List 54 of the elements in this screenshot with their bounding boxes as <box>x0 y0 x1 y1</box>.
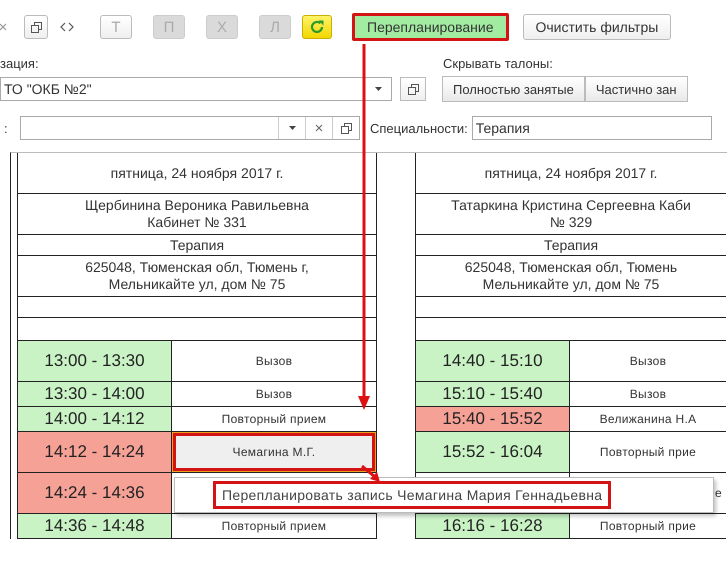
time-slot[interactable]: 13:00 - 13:30 <box>18 341 172 381</box>
clear-filters-button[interactable]: Очистить фильтры <box>522 14 672 40</box>
specialties-field[interactable]: Терапия <box>472 116 712 140</box>
copy-button[interactable] <box>24 15 48 39</box>
clear-icon <box>315 124 323 132</box>
time-slot[interactable]: 14:12 - 14:24 <box>18 432 172 472</box>
time-slot[interactable]: 14:24 - 14:36 <box>18 473 172 513</box>
time-slot[interactable]: 14:40 - 15:10 <box>416 341 570 381</box>
appointment-cell[interactable]: Вызов <box>570 382 726 406</box>
appointment-cell[interactable]: Чемагина М.Г. <box>172 432 376 472</box>
appointment-cell[interactable]: Повторный прие <box>570 432 726 472</box>
time-slot[interactable]: 15:52 - 16:04 <box>416 432 570 472</box>
address-header: 625048, Тюменская обл, Тюмень Мельникайте ул, дом № 75 <box>416 256 726 297</box>
specialty-header: Терапия <box>416 235 726 256</box>
appointment-cell[interactable]: Велижанина Н.А <box>570 407 726 431</box>
filter-button[interactable]: Полностью занятые <box>442 76 585 102</box>
appointment-cell[interactable]: Вызов <box>570 341 726 381</box>
appointment-cell[interactable]: Вызов <box>172 382 376 406</box>
time-slot[interactable]: 13:30 - 14:00 <box>18 382 172 406</box>
doctor-header: Татаркина Кристина Сергеевна Каби № 329 <box>416 194 726 235</box>
time-slot[interactable]: 14:36 - 14:48 <box>18 514 172 538</box>
copy-button[interactable] <box>400 77 426 101</box>
specialty-header: Терапия <box>18 235 376 256</box>
time-slot[interactable]: 14:00 - 14:12 <box>18 407 172 431</box>
date-header: пятница, 24 ноября 2017 г. <box>18 153 376 194</box>
date-header: пятница, 24 ноября 2017 г. <box>416 153 726 194</box>
appointment-cell[interactable]: Повторный прием <box>172 407 376 431</box>
dropdown-icon <box>288 126 296 130</box>
appointment-cell[interactable]: Повторный прие <box>570 514 726 538</box>
arrow <box>361 464 380 482</box>
dropdown-icon <box>374 87 382 91</box>
field-label: Скрывать талоны: <box>443 56 553 70</box>
refresh-icon <box>309 19 325 35</box>
copy-icon <box>340 122 352 134</box>
doctor-header: Щербинина Вероника Равильевна Кабинет № 331 <box>18 194 376 235</box>
address-header: 625048, Тюменская обл, Тюмень г, Мельникайте ул, дом № 75 <box>18 256 376 297</box>
menu-item[interactable]: Перепланировать запись Чемагина Мария Геннадьевна <box>213 481 612 509</box>
close-icon <box>0 22 8 32</box>
appointment-cell[interactable]: Вызов <box>172 341 376 381</box>
reschedule-button[interactable]: Перепланирование <box>352 13 508 41</box>
refresh-button[interactable] <box>302 15 332 39</box>
copy-icon <box>30 20 42 34</box>
organization-field[interactable]: ТО "ОКБ №2" <box>0 77 392 101</box>
select-field[interactable] <box>20 116 360 140</box>
field-label: : <box>3 120 9 136</box>
time-slot[interactable]: 15:40 - 15:52 <box>416 407 570 431</box>
field-label: зация: <box>0 56 40 70</box>
copy-icon <box>406 82 420 96</box>
appointment-cell[interactable]: Повторный прием <box>172 514 376 538</box>
filter-button[interactable]: Частично зан <box>584 76 688 102</box>
time-slot[interactable]: 15:10 - 15:40 <box>416 382 570 406</box>
angle-brackets-icon <box>60 22 74 32</box>
time-slot[interactable]: 16:16 - 16:28 <box>416 514 570 538</box>
field-label: Специальности: <box>370 120 468 136</box>
